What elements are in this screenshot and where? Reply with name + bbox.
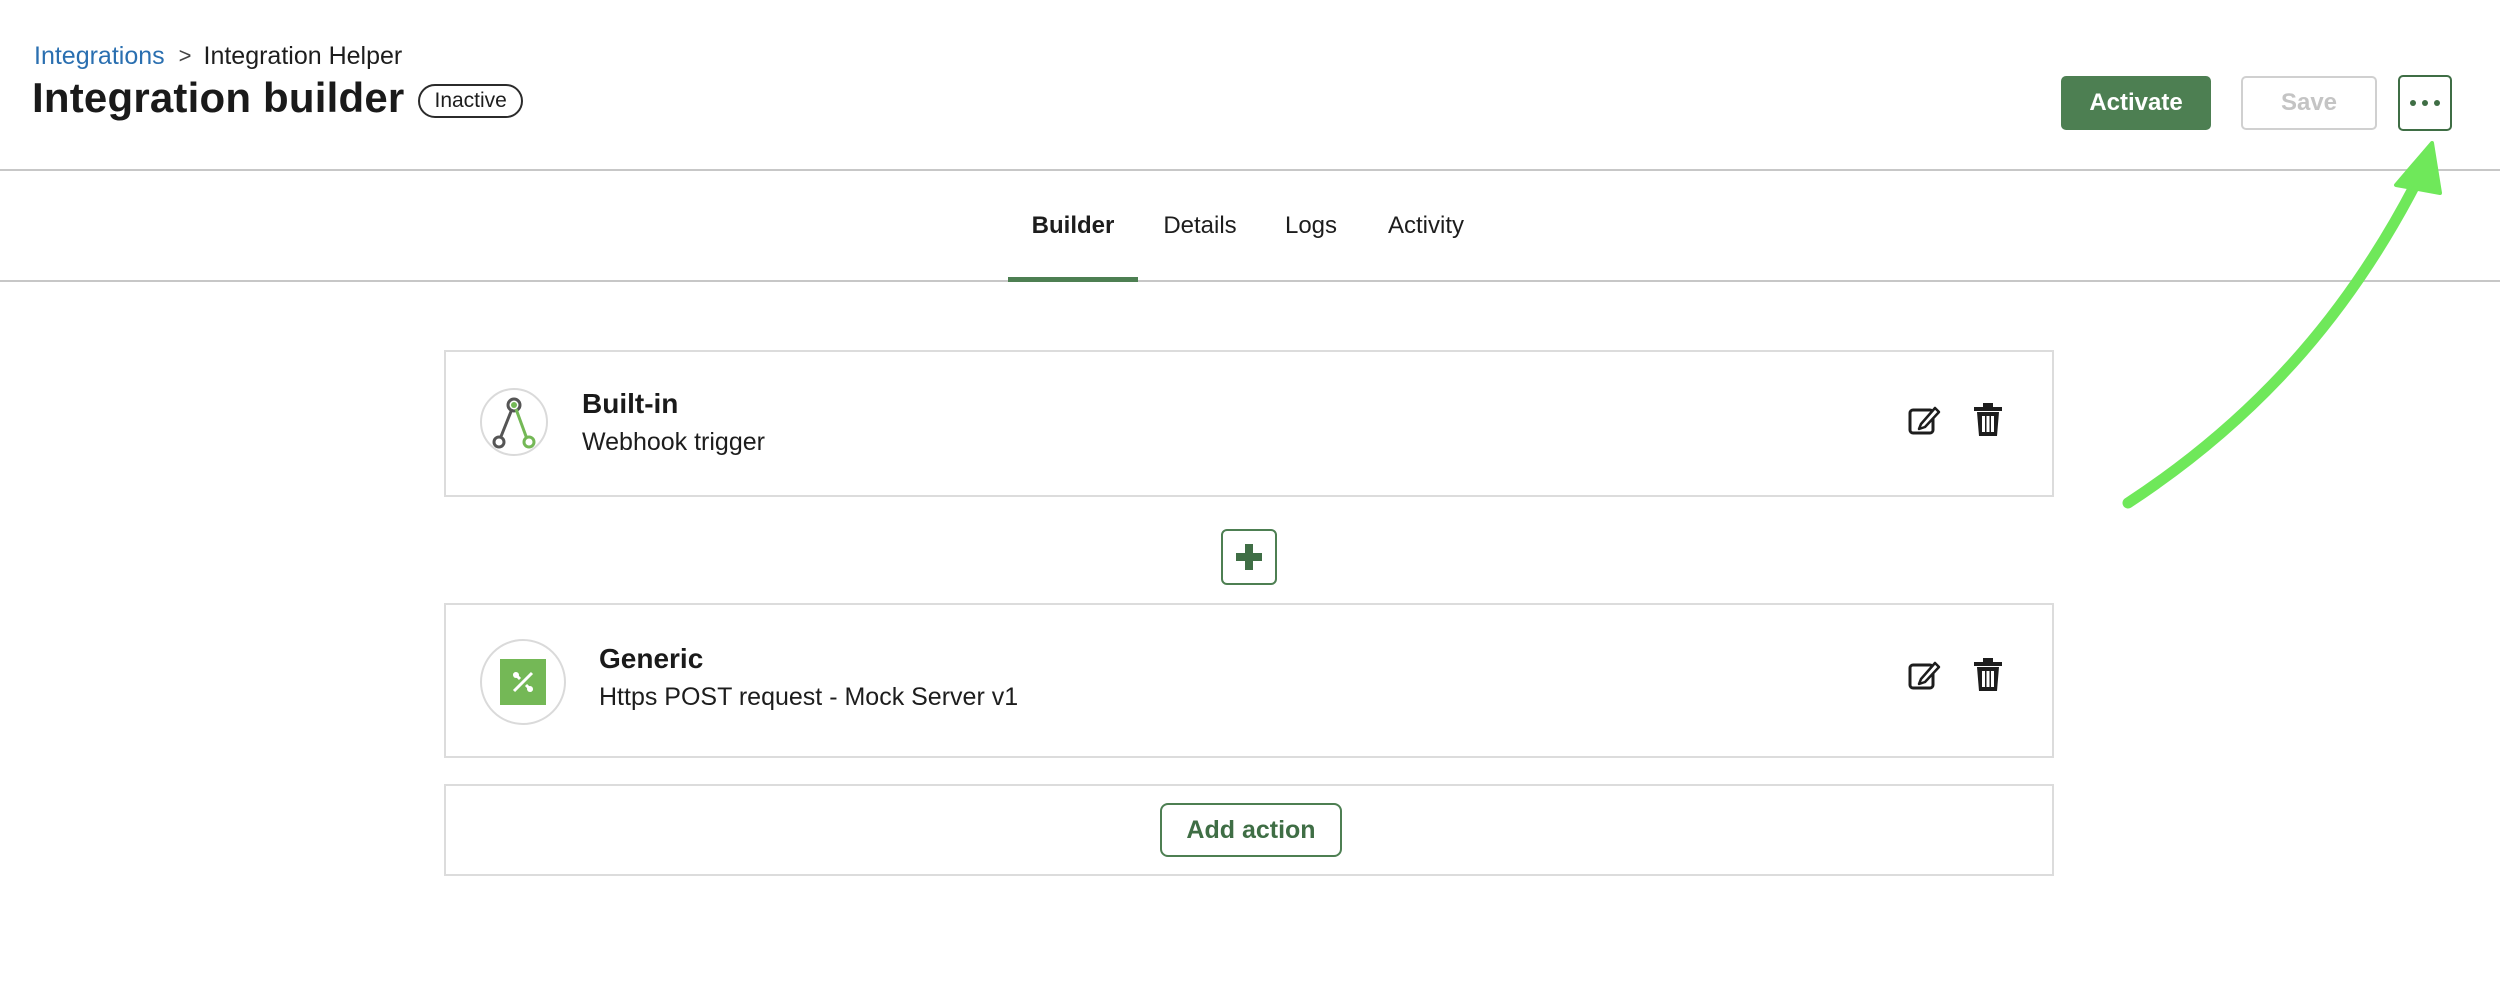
- step-title: Built-in: [582, 388, 679, 419]
- action-step-card: Generic Https POST request - Mock Server…: [444, 603, 2054, 758]
- trash-icon[interactable]: [1970, 657, 2006, 693]
- page-title: Integration builder: [32, 74, 405, 121]
- add-step-button[interactable]: [1221, 529, 1277, 585]
- tab-bar: Builder Details Logs Activity: [0, 171, 2500, 282]
- more-actions-button[interactable]: [2398, 75, 2452, 131]
- trash-icon[interactable]: [1970, 402, 2006, 438]
- chevron-right-icon: >: [178, 43, 192, 68]
- step-title: Generic: [599, 643, 704, 674]
- save-button[interactable]: Save: [2241, 76, 2377, 130]
- tab-activity[interactable]: Activity: [1380, 171, 1472, 280]
- ellipsis-icon: [2410, 100, 2416, 106]
- tab-details[interactable]: Details: [1152, 171, 1248, 280]
- status-badge: Inactive: [418, 84, 523, 118]
- title-row: Integration builder Inactive: [32, 74, 523, 122]
- tab-builder[interactable]: Builder: [1008, 171, 1138, 282]
- plus-icon: [1236, 544, 1262, 570]
- webhook-icon: [480, 388, 548, 456]
- add-action-card: Add action: [444, 784, 2054, 876]
- trigger-step-card: Built-in Webhook trigger: [444, 350, 2054, 497]
- breadcrumb: Integrations > Integration Helper: [34, 38, 402, 74]
- step-subtitle: Https POST request - Mock Server v1: [599, 683, 1019, 711]
- edit-icon[interactable]: [1906, 402, 1942, 438]
- add-action-button[interactable]: Add action: [1160, 803, 1342, 857]
- generic-connector-icon: [480, 639, 566, 725]
- activate-button[interactable]: Activate: [2061, 76, 2211, 130]
- breadcrumb-integrations-link[interactable]: Integrations: [34, 42, 165, 71]
- breadcrumb-current: Integration Helper: [203, 41, 403, 70]
- edit-icon[interactable]: [1906, 657, 1942, 693]
- page: Integrations > Integration Helper Integr…: [0, 0, 2500, 1006]
- step-subtitle: Webhook trigger: [582, 428, 765, 456]
- page-header: Integrations > Integration Helper Integr…: [0, 0, 2500, 171]
- tab-logs[interactable]: Logs: [1276, 171, 1346, 280]
